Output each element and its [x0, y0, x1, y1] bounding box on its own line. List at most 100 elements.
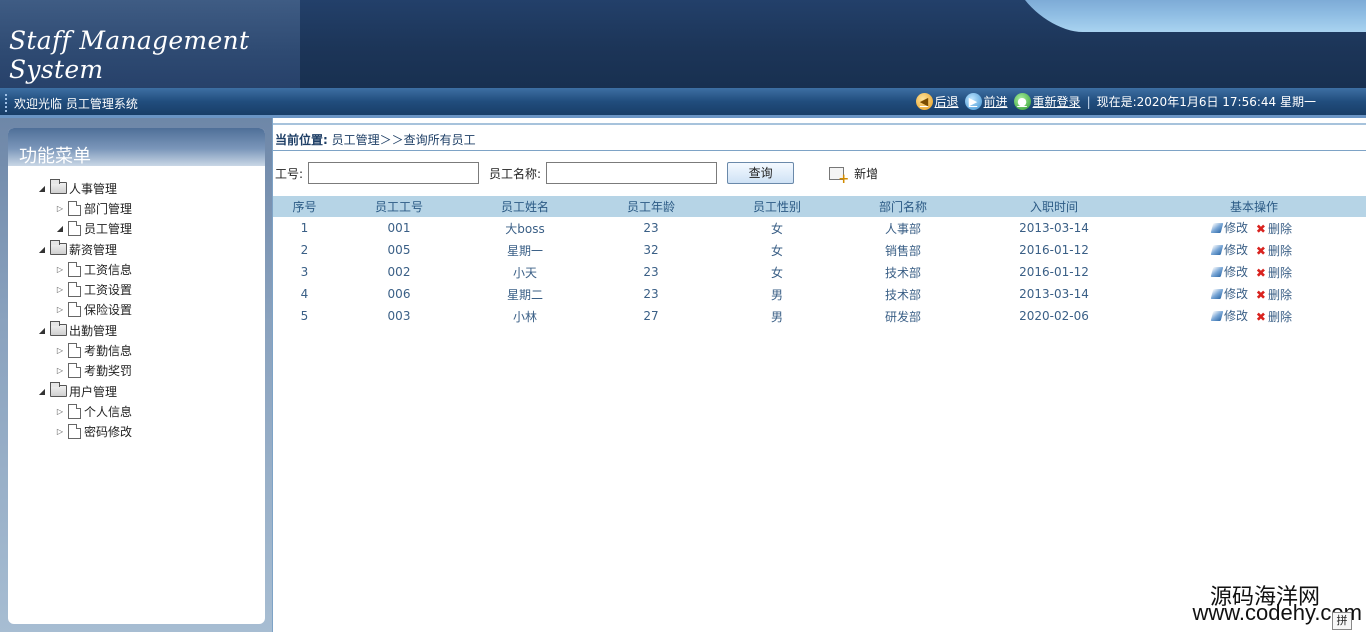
delete-label: 删除 — [1267, 266, 1292, 280]
menu-item-personal-info[interactable]: ▷ 个人信息 — [8, 401, 265, 421]
table-cell: 2 — [300, 243, 309, 257]
edit-link[interactable]: 修改 — [1210, 219, 1249, 236]
menu-group-users[interactable]: ◢ 用户管理 — [8, 381, 265, 401]
edit-link[interactable]: 修改 — [1210, 263, 1249, 280]
edit-label: 修改 — [1224, 309, 1249, 323]
welcome-text: 欢迎光临 员工管理系统 — [14, 97, 138, 111]
query-button[interactable]: 查询 — [727, 162, 795, 184]
folder-icon — [50, 179, 67, 195]
menu-item-label: 密码修改 — [84, 425, 133, 440]
menu-item-department[interactable]: ▷ 部门管理 — [8, 198, 265, 218]
expanded-triangle-icon[interactable]: ◢ — [38, 387, 46, 396]
staff-id-label: 工号: — [275, 166, 304, 181]
menu-group-label: 薪资管理 — [69, 242, 118, 257]
back-label: 后退 — [934, 95, 959, 109]
delete-link[interactable]: ✖ 删除 — [1256, 286, 1292, 303]
menu-item-salary-info[interactable]: ▷ 工资信息 — [8, 259, 265, 279]
edit-label: 修改 — [1224, 287, 1249, 301]
collapsed-triangle-icon: ▷ — [56, 427, 64, 437]
delete-link[interactable]: ✖ 删除 — [1256, 242, 1292, 259]
menu-item-change-password[interactable]: ▷ 密码修改 — [8, 422, 265, 442]
top-nav: ◀ 后退 ▶ 前进 ● 重新登录 | 现在是:2020年1月6日 17:56:4… — [910, 93, 1316, 110]
edit-label: 修改 — [1224, 221, 1249, 235]
delete-x-icon: ✖ — [1255, 309, 1266, 324]
logo-text: Staff Management System — [9, 26, 250, 84]
relogin-button[interactable]: ● 重新登录 — [1013, 93, 1081, 110]
header-decoration — [1017, 0, 1366, 32]
table-cell: 女 — [770, 265, 783, 280]
table-header-row: 序号 员工工号 员工姓名 员工年龄 员工性别 部门名称 入职时间 基本操作 — [273, 196, 1366, 217]
edit-link[interactable]: 修改 — [1210, 241, 1249, 258]
menu-item-attendance-rewards[interactable]: ▷ 考勤奖罚 — [8, 361, 265, 381]
table-cell: 2020-02-06 — [1019, 309, 1089, 323]
collapsed-triangle-icon: ▷ — [56, 346, 64, 356]
expanded-triangle-icon[interactable]: ◢ — [38, 184, 46, 193]
add-button[interactable]: 新增 — [829, 165, 878, 187]
forward-button[interactable]: ▶ 前进 — [964, 93, 1008, 110]
column-header: 基本操作 — [1142, 196, 1366, 217]
table-cell: 5 — [300, 309, 309, 323]
file-icon — [68, 282, 81, 298]
menu-item-label: 工资信息 — [84, 262, 133, 277]
table-cell: 23 — [643, 221, 659, 235]
column-header: 员工年龄 — [588, 196, 714, 217]
menu-item-label: 工资设置 — [84, 283, 133, 298]
table-cell: 小林 — [512, 309, 537, 324]
delete-label: 删除 — [1267, 310, 1292, 324]
menu-item-attendance-info[interactable]: ▷ 考勤信息 — [8, 340, 265, 360]
staff-name-input[interactable] — [546, 162, 718, 184]
table-cell: 006 — [387, 287, 411, 301]
menu-item-staff[interactable]: ◢ 员工管理 — [8, 219, 265, 239]
breadcrumb-divider — [273, 150, 1366, 151]
edit-label: 修改 — [1224, 243, 1249, 257]
expanded-triangle-icon[interactable]: ◢ — [38, 326, 46, 335]
file-icon — [68, 403, 81, 419]
table-cell: 2013-03-14 — [1019, 221, 1089, 235]
file-icon — [68, 221, 81, 237]
back-arrow-icon: ◀ — [915, 93, 933, 110]
delete-link[interactable]: ✖ 删除 — [1256, 308, 1292, 325]
file-icon — [68, 343, 81, 359]
delete-x-icon: ✖ — [1255, 287, 1266, 302]
table-cell: 销售部 — [884, 243, 921, 258]
file-icon — [68, 261, 81, 277]
relogin-label: 重新登录 — [1032, 95, 1081, 109]
menu-item-label: 考勤奖罚 — [84, 364, 133, 379]
menu-item-salary-settings[interactable]: ▷ 工资设置 — [8, 279, 265, 299]
datetime-text: 现在是:2020年1月6日 17:56:44 星期一 — [1096, 95, 1316, 109]
add-icon — [829, 166, 849, 187]
expanded-triangle-icon[interactable]: ◢ — [38, 245, 46, 254]
collapsed-triangle-icon: ▷ — [56, 285, 64, 295]
delete-label: 删除 — [1267, 288, 1292, 302]
table-cell: 2016-01-12 — [1019, 265, 1089, 279]
collapsed-triangle-icon: ▷ — [56, 264, 64, 274]
collapsed-triangle-icon: ▷ — [56, 305, 64, 315]
relogin-icon: ● — [1013, 93, 1031, 110]
table-cell: 男 — [770, 287, 783, 302]
edit-link[interactable]: 修改 — [1210, 307, 1249, 324]
pencil-icon — [1210, 244, 1224, 255]
menu-group-label: 人事管理 — [69, 181, 118, 196]
file-icon — [68, 200, 81, 216]
staff-id-input[interactable] — [308, 162, 480, 184]
delete-label: 删除 — [1267, 244, 1292, 258]
menu-group-personnel[interactable]: ◢ 人事管理 — [8, 178, 265, 198]
sidebar-title: 功能菜单 — [19, 146, 91, 167]
menu-group-salary[interactable]: ◢ 薪资管理 — [8, 239, 265, 259]
operations-cell: 修改 ✖ 删除 — [1142, 239, 1366, 261]
menu-item-label: 部门管理 — [84, 201, 133, 216]
table-cell: 27 — [643, 309, 659, 323]
edit-label: 修改 — [1224, 265, 1249, 279]
edit-link[interactable]: 修改 — [1210, 285, 1249, 302]
logo-area: Staff Management System — [0, 0, 300, 88]
delete-link[interactable]: ✖ 删除 — [1256, 220, 1292, 237]
column-header: 部门名称 — [840, 196, 966, 217]
table-cell: 2016-01-12 — [1019, 243, 1089, 257]
folder-icon — [50, 382, 67, 398]
table-cell: 2013-03-14 — [1019, 287, 1089, 301]
menu-item-insurance-settings[interactable]: ▷ 保险设置 — [8, 300, 265, 320]
back-button[interactable]: ◀ 后退 — [915, 93, 959, 110]
top-bar: 欢迎光临 员工管理系统 ◀ 后退 ▶ 前进 ● 重新登录 | 现在是:2020年… — [0, 88, 1366, 118]
menu-group-attendance[interactable]: ◢ 出勤管理 — [8, 320, 265, 340]
delete-link[interactable]: ✖ 删除 — [1256, 264, 1292, 281]
